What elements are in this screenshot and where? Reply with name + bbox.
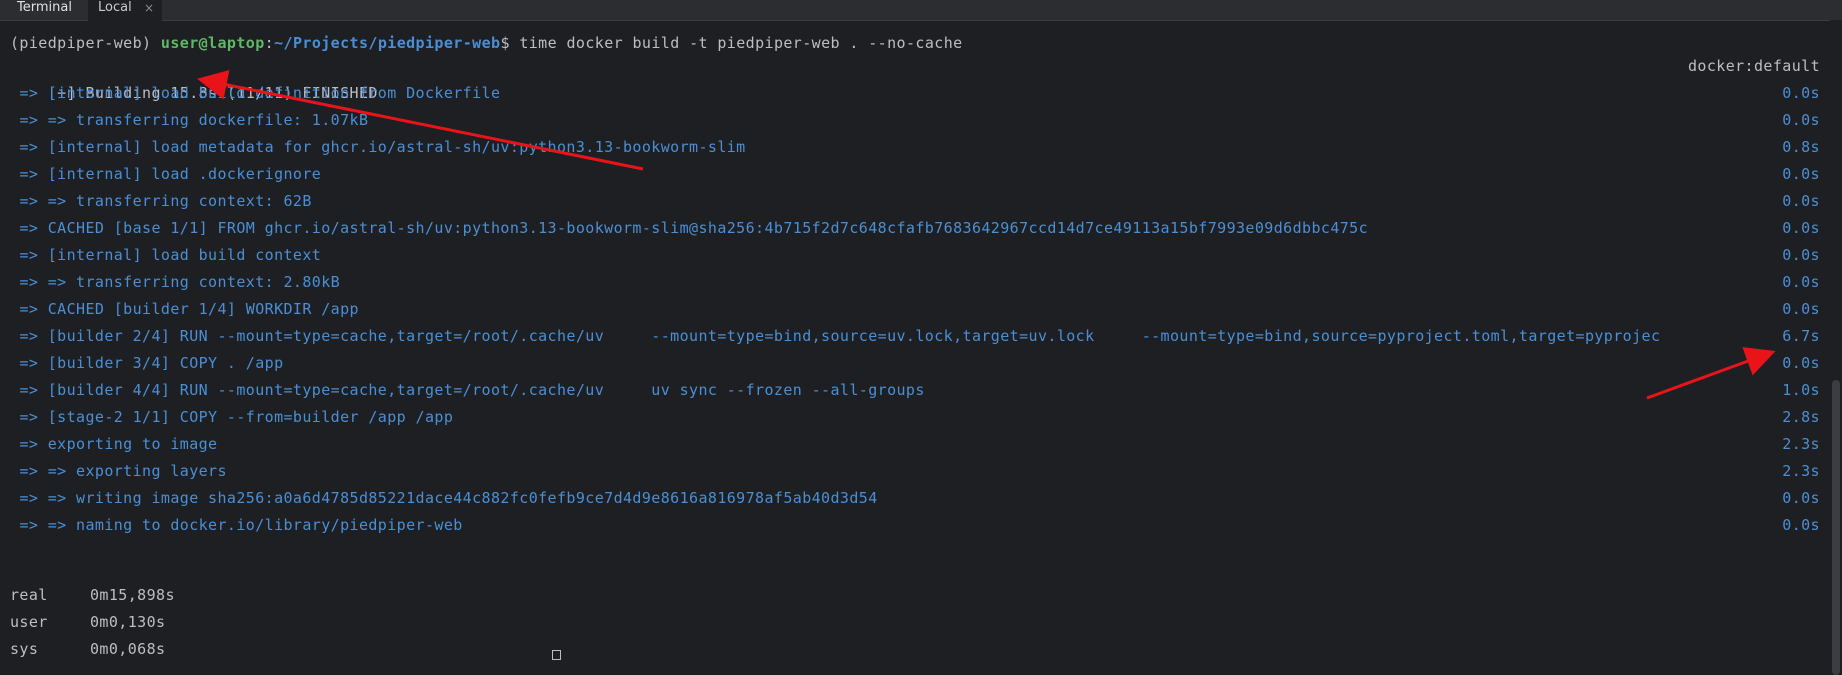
prompt-command: time docker build -t piedpiper-web . --n…: [519, 34, 963, 52]
build-step-text: => [internal] load build definition from…: [19, 84, 501, 102]
build-step-line: => CACHED [base 1/1] FROM ghcr.io/astral…: [10, 215, 1820, 242]
prompt-colon: :: [264, 34, 275, 52]
build-step-text: => [internal] load .dockerignore: [19, 165, 322, 183]
build-step-text: => CACHED [builder 1/4] WORKDIR /app: [19, 300, 359, 318]
build-step-time: 0.0s: [1782, 165, 1820, 183]
build-step-time: 0.0s: [1782, 84, 1820, 102]
build-step-line: => [stage-2 1/1] COPY --from=builder /ap…: [10, 404, 1820, 431]
build-step-time: 1.0s: [1782, 381, 1820, 399]
build-step-line: => [internal] load .dockerignore 0.0s: [10, 161, 1820, 188]
build-header-line: [+] Building 15.8s (11/11) FINISHED dock…: [10, 53, 1820, 102]
build-step-text: => [internal] load metadata for ghcr.io/…: [19, 138, 746, 156]
build-step-time: 2.3s: [1782, 462, 1820, 480]
build-step-text: => [stage-2 1/1] COPY --from=builder /ap…: [19, 408, 454, 426]
build-step-line: => => writing image sha256:a0a6d4785d852…: [10, 485, 1820, 512]
build-step-time: 0.0s: [1782, 300, 1820, 318]
build-step-time: 0.0s: [1782, 489, 1820, 507]
build-step-text: => => naming to docker.io/library/piedpi…: [19, 516, 463, 534]
terminal-tab-bar: Terminal Local ×: [0, 0, 1842, 21]
prompt-env: (piedpiper-web): [10, 34, 161, 52]
prompt-user-host: user@laptop: [160, 34, 265, 52]
build-step-text: => CACHED [base 1/1] FROM ghcr.io/astral…: [19, 219, 1369, 237]
build-step-text: => [builder 2/4] RUN --mount=type=cache,…: [19, 327, 1661, 345]
build-step-line: => => exporting layers 2.3s: [10, 458, 1820, 485]
build-step-text: => exporting to image: [19, 435, 218, 453]
time-value: 0m0,068s: [90, 640, 166, 658]
time-value: 0m0,130s: [90, 613, 166, 631]
time-row: sys 0m0,068s: [10, 636, 1820, 663]
build-step-time: 0.0s: [1782, 192, 1820, 210]
build-step-line: => [builder 2/4] RUN --mount=type=cache,…: [10, 323, 1820, 350]
terminal-cursor: [552, 650, 561, 660]
build-step-text: => => transferring dockerfile: 1.07kB: [19, 111, 369, 129]
build-step-time: 0.8s: [1782, 138, 1820, 156]
build-step-text: => => transferring context: 2.80kB: [19, 273, 341, 291]
time-row: real 0m15,898s: [10, 582, 1820, 609]
time-label: sys: [10, 640, 39, 658]
build-step-time: 2.8s: [1782, 408, 1820, 426]
build-step-line: => [internal] load metadata for ghcr.io/…: [10, 134, 1820, 161]
build-step-time: 2.3s: [1782, 435, 1820, 453]
build-step-time: 0.0s: [1782, 219, 1820, 237]
scrollbar-thumb[interactable]: [1832, 380, 1840, 675]
build-step-time: 0.0s: [1782, 516, 1820, 534]
time-row: user 0m0,130s: [10, 609, 1820, 636]
build-step-line: => [builder 4/4] RUN --mount=type=cache,…: [10, 377, 1820, 404]
build-step-line: => => transferring context: 62B 0.0s: [10, 188, 1820, 215]
build-step-text: => [builder 3/4] COPY . /app: [19, 354, 284, 372]
build-step-line: => [internal] load build context 0.0s: [10, 242, 1820, 269]
build-step-time: 0.0s: [1782, 111, 1820, 129]
time-label: user: [10, 613, 48, 631]
build-step-line: => => transferring dockerfile: 1.07kB 0.0…: [10, 107, 1820, 134]
build-step-line: => CACHED [builder 1/4] WORKDIR /app 0.0s: [10, 296, 1820, 323]
prompt-path: ~/Projects/piedpiper-web: [274, 34, 501, 52]
scrollbar-track[interactable]: [1830, 20, 1842, 675]
build-step-text: => [internal] load build context: [19, 246, 322, 264]
build-step-time: 0.0s: [1782, 273, 1820, 291]
build-step-text: => [builder 4/4] RUN --mount=type=cache,…: [19, 381, 925, 399]
tab-local-label: Local: [98, 0, 132, 15]
build-step-time: 0.0s: [1782, 354, 1820, 372]
build-step-line: => [internal] load build definition from…: [10, 80, 1820, 107]
build-step-text: => => exporting layers: [19, 462, 227, 480]
build-step-line: => exporting to image 2.3s: [10, 431, 1820, 458]
build-step-line: => [builder 3/4] COPY . /app 0.0s: [10, 350, 1820, 377]
build-step-line: => => naming to docker.io/library/piedpi…: [10, 512, 1820, 539]
close-icon[interactable]: ×: [144, 0, 154, 16]
build-step-time: 6.7s: [1782, 327, 1820, 345]
time-label: real: [10, 586, 48, 604]
build-step-text: => => transferring context: 62B: [19, 192, 312, 210]
time-value: 0m15,898s: [90, 586, 175, 604]
build-step-time: 0.0s: [1782, 246, 1820, 264]
prompt-dollar: $: [500, 34, 520, 52]
tab-local[interactable]: Local ×: [88, 0, 162, 21]
build-step-line: => => transferring context: 2.80kB 0.0s: [10, 269, 1820, 296]
build-context: docker:default: [1687, 57, 1820, 75]
tab-terminal[interactable]: Terminal: [17, 0, 72, 20]
build-step-text: => => writing image sha256:a0a6d4785d852…: [19, 489, 878, 507]
